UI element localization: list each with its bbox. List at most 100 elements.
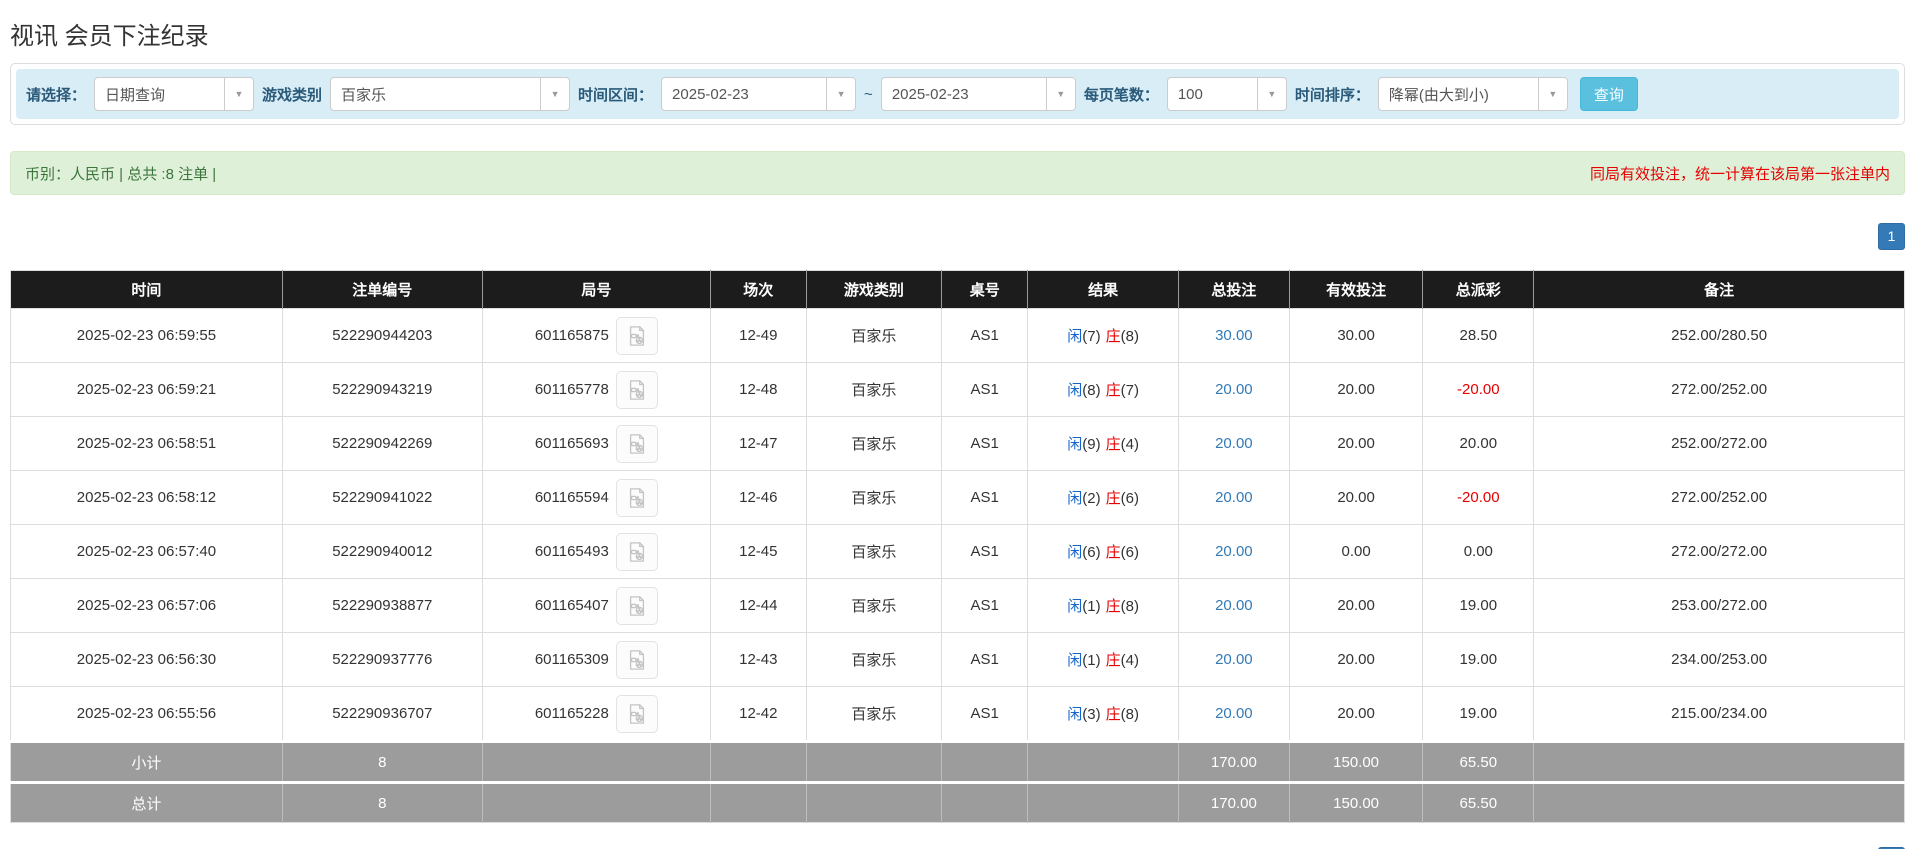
- total-total-bet: 170.00: [1178, 781, 1290, 823]
- total-bet-link[interactable]: 30.00: [1215, 327, 1253, 344]
- video-replay-button[interactable]: [615, 316, 658, 355]
- total-bet-cell: 20.00: [1177, 362, 1290, 417]
- column-header: 备注: [1533, 270, 1905, 309]
- result-banker-value: (8): [1120, 328, 1139, 345]
- empty-cell: [941, 781, 1029, 823]
- table-row: 2025-02-23 06:56:30 522290937776 6011653…: [10, 632, 1905, 687]
- total-bet-cell: 20.00: [1177, 578, 1290, 633]
- column-header: 总派彩: [1422, 270, 1535, 309]
- total-bet-link[interactable]: 20.00: [1215, 597, 1253, 614]
- table-no-cell: AS1: [941, 524, 1029, 579]
- valid-bet-cell: 20.00: [1288, 470, 1424, 525]
- column-header: 总投注: [1178, 270, 1290, 309]
- time-cell: 2025-02-23 06:57:40: [10, 524, 283, 579]
- video-replay-button[interactable]: [615, 370, 658, 409]
- game-cell: 百家乐: [805, 686, 943, 742]
- result-player-label: 闲: [1067, 328, 1083, 345]
- result-player-value: (6): [1082, 544, 1101, 561]
- bet-id-cell: 522290938877: [281, 578, 483, 633]
- total-bet-link[interactable]: 20.00: [1215, 651, 1253, 668]
- empty-cell: [482, 781, 711, 823]
- round-cell: 601165493: [481, 524, 711, 579]
- column-header: 结果: [1027, 270, 1179, 309]
- video-replay-button[interactable]: [615, 640, 658, 679]
- round-id: 601165228: [534, 704, 609, 722]
- video-file-icon: [629, 487, 644, 508]
- search-button[interactable]: 查询: [1579, 77, 1638, 111]
- remark-cell: 252.00/280.50: [1533, 308, 1905, 363]
- table-row: 2025-02-23 06:59:21 522290943219 6011657…: [10, 362, 1905, 417]
- round-id: 601165594: [534, 488, 609, 506]
- result-cell: 闲(3) 庄(8): [1027, 686, 1179, 742]
- bet-id-cell: 522290942269: [281, 416, 483, 471]
- page-size-select[interactable]: 100 ▼: [1166, 77, 1287, 111]
- total-bet-link[interactable]: 20.00: [1215, 705, 1253, 722]
- total-bet-link[interactable]: 20.00: [1215, 381, 1253, 398]
- session-cell: 12-48: [709, 362, 807, 417]
- total-valid-bet: 150.00: [1289, 781, 1424, 823]
- round-id: 601165693: [534, 434, 609, 452]
- result-banker-value: (6): [1120, 544, 1139, 561]
- valid-bet-cell: 20.00: [1288, 632, 1424, 687]
- game-cell: 百家乐: [805, 308, 943, 363]
- round-cell: 601165594: [481, 470, 711, 525]
- time-cell: 2025-02-23 06:57:06: [10, 578, 283, 633]
- date-range-tilde: ~: [864, 85, 873, 103]
- video-replay-button[interactable]: [615, 694, 658, 733]
- subtotal-row: 小计 8 170.00 150.00 65.50: [10, 740, 1905, 783]
- bet-id-cell: 522290940012: [281, 524, 483, 579]
- table-header-row: 时间 注单编号 局号 场次 游戏类别 桌号 结果 总投注 有效投注 总派彩 备注: [10, 270, 1905, 309]
- pagination-top: 1: [10, 223, 1905, 250]
- payout-cell: -20.00: [1422, 362, 1535, 417]
- result-player-label: 闲: [1067, 652, 1083, 669]
- session-cell: 12-45: [709, 524, 807, 579]
- video-file-icon: [629, 703, 644, 724]
- valid-bet-cell: 20.00: [1288, 686, 1424, 742]
- result-player-value: (9): [1082, 436, 1101, 453]
- time-sort-select[interactable]: 降幂(由大到小) ▼: [1377, 77, 1568, 111]
- bet-id-cell: 522290943219: [281, 362, 483, 417]
- video-replay-button[interactable]: [615, 478, 658, 517]
- result-banker-label: 庄: [1105, 544, 1121, 561]
- total-bet-link[interactable]: 20.00: [1215, 435, 1253, 452]
- video-replay-button[interactable]: [615, 532, 658, 571]
- valid-bet-cell: 0.00: [1288, 524, 1424, 579]
- chevron-down-icon: ▼: [224, 78, 254, 110]
- table-row: 2025-02-23 06:58:12 522290941022 6011655…: [10, 470, 1905, 525]
- round-id: 601165407: [534, 596, 609, 614]
- result-banker-value: (4): [1120, 652, 1139, 669]
- time-sort-label: 时间排序：: [1294, 86, 1370, 104]
- remark-cell: 234.00/253.00: [1533, 632, 1905, 687]
- result-player-value: (3): [1082, 706, 1101, 723]
- empty-cell: [806, 740, 943, 783]
- payout-cell: 28.50: [1422, 308, 1535, 363]
- total-bet-link[interactable]: 20.00: [1215, 543, 1253, 560]
- time-cell: 2025-02-23 06:56:30: [10, 632, 283, 687]
- query-type-select[interactable]: 日期查询 ▼: [94, 77, 255, 111]
- column-header: 游戏类别: [806, 270, 943, 309]
- summary-bar: 币别：人民币 | 总共 :8 注单 | 同局有效投注，统一计算在该局第一张注单内: [10, 151, 1905, 195]
- empty-cell: [710, 781, 807, 823]
- round-id: 601165309: [534, 650, 609, 668]
- game-category-select[interactable]: 百家乐 ▼: [330, 77, 571, 111]
- date-to-select[interactable]: 2025-02-23 ▼: [880, 77, 1076, 111]
- total-bet-link[interactable]: 20.00: [1215, 489, 1253, 506]
- date-from-select[interactable]: 2025-02-23 ▼: [661, 77, 857, 111]
- video-replay-button[interactable]: [615, 586, 658, 625]
- subtotal-payout: 65.50: [1422, 740, 1535, 783]
- column-header: 场次: [710, 270, 807, 309]
- result-player-label: 闲: [1067, 382, 1083, 399]
- session-cell: 12-44: [709, 578, 807, 633]
- subtotal-label: 小计: [10, 740, 283, 783]
- chevron-down-icon: ▼: [1256, 78, 1286, 110]
- time-cell: 2025-02-23 06:55:56: [10, 686, 283, 742]
- video-file-icon: [629, 379, 644, 400]
- result-banker-label: 庄: [1105, 490, 1121, 507]
- session-cell: 12-47: [709, 416, 807, 471]
- page-button-1[interactable]: 1: [1878, 223, 1905, 250]
- video-replay-button[interactable]: [615, 424, 658, 463]
- empty-cell: [1533, 781, 1905, 823]
- subtotal-valid-bet: 150.00: [1289, 740, 1424, 783]
- bet-id-cell: 522290937776: [281, 632, 483, 687]
- table-foot: 小计 8 170.00 150.00 65.50 总计 8 170.00 150…: [10, 740, 1905, 823]
